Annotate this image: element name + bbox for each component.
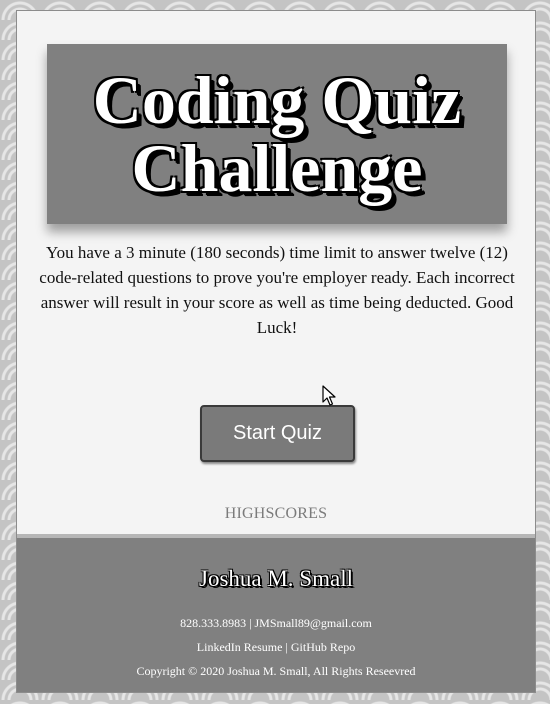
footer: Joshua M. Small 828.333.8983 | JMSmall89… xyxy=(17,534,535,692)
linkedin-link[interactable]: LinkedIn Resume xyxy=(197,640,283,654)
links-line: LinkedIn Resume | GitHub Repo xyxy=(17,640,535,655)
github-link[interactable]: GitHub Repo xyxy=(291,640,355,654)
email-link[interactable]: JMSmall89@gmail.com xyxy=(255,616,372,630)
quiz-container: Coding Quiz Challenge You have a 3 minut… xyxy=(16,10,536,693)
mouse-pointer-icon xyxy=(322,385,336,406)
page-title: Coding Quiz Challenge xyxy=(93,66,461,202)
highscores-link[interactable]: HIGHSCORES xyxy=(17,505,535,523)
quiz-instructions: You have a 3 minute (180 seconds) time l… xyxy=(39,243,515,337)
phone-number: 828.333.8983 xyxy=(180,616,247,630)
separator: | xyxy=(249,616,252,630)
title-line-2: Challenge xyxy=(131,130,423,206)
title-line-1: Coding Quiz xyxy=(92,62,462,138)
separator: | xyxy=(285,640,288,654)
contact-line: 828.333.8983 | JMSmall89@gmail.com xyxy=(17,616,535,631)
start-quiz-button[interactable]: Start Quiz xyxy=(200,405,355,462)
copyright-text: Copyright © 2020 Joshua M. Small, All Ri… xyxy=(136,664,416,678)
author-name: Joshua M. Small xyxy=(199,566,353,591)
title-banner: Coding Quiz Challenge xyxy=(47,44,507,224)
